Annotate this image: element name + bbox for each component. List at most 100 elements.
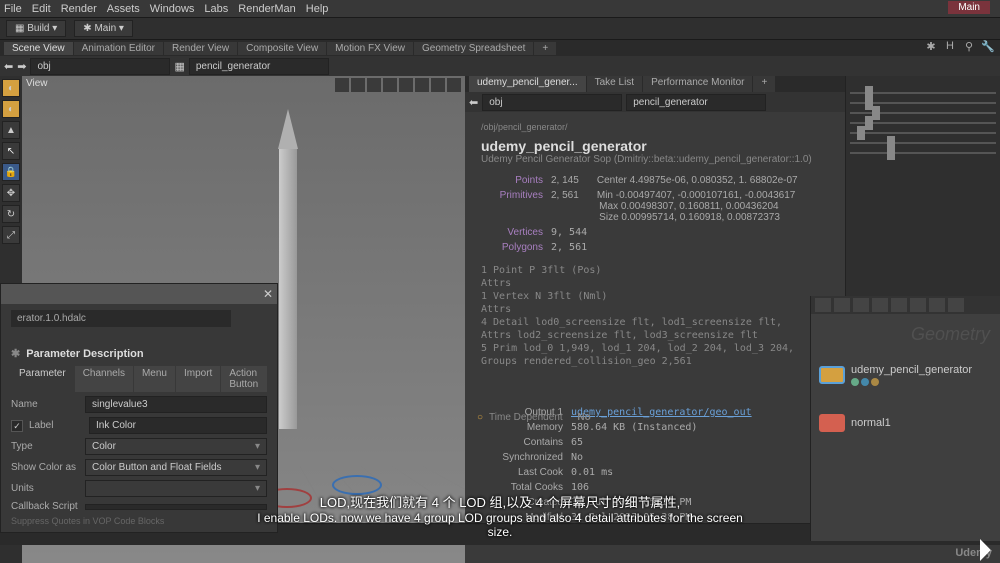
slider-2[interactable] [850, 102, 996, 104]
menu-render[interactable]: Render [61, 3, 97, 15]
nettool-1[interactable] [815, 298, 831, 312]
sync-icon[interactable]: ✱ [923, 40, 939, 56]
node-icon-normal [819, 414, 845, 432]
label-checkbox[interactable] [11, 420, 23, 432]
vopt-3[interactable] [367, 78, 381, 92]
pane-control-icons: ✱ H ⚲ 🔧 [923, 40, 996, 56]
menu-windows[interactable]: Windows [150, 3, 195, 15]
suppress-label: Suppress Quotes in VOP Code Blocks [11, 516, 267, 526]
viewport-option-icons [335, 78, 461, 92]
network-view[interactable]: Geometry udemy_pencil_generator normal1 [811, 314, 1000, 541]
tab-perfmon[interactable]: Performance Monitor [643, 76, 752, 92]
node-icon-generator [819, 366, 845, 384]
wrench-icon[interactable]: 🔧 [980, 40, 996, 56]
path-node-icon[interactable]: ▦ [174, 60, 184, 73]
nettool-6[interactable] [910, 298, 926, 312]
rotate-tool-icon[interactable]: ↻ [2, 205, 20, 223]
nav-back-icon[interactable]: ⬅ [4, 60, 13, 73]
path-obj[interactable]: obj [30, 58, 170, 75]
main-menubar: File Edit Render Assets Windows Labs Ren… [0, 0, 1000, 18]
vopt-7[interactable] [431, 78, 445, 92]
nettool-4[interactable] [872, 298, 888, 312]
channel-sliders [845, 76, 1000, 296]
vopt-2[interactable] [351, 78, 365, 92]
close-icon[interactable]: ✕ [263, 287, 273, 301]
tab-take-list[interactable]: Take List [587, 76, 642, 92]
nettool-8[interactable] [948, 298, 964, 312]
camera-tool-icon[interactable]: ◐ [2, 100, 20, 118]
pin-icon[interactable]: ⚲ [961, 40, 977, 56]
tab-render-view[interactable]: Render View [164, 42, 237, 55]
ptab-menu[interactable]: Menu [134, 366, 175, 392]
arrow-tool-icon[interactable]: ↖ [2, 142, 20, 160]
tab-add-right[interactable]: + [753, 76, 775, 92]
lock-tool-icon[interactable]: 🔒 [2, 163, 20, 181]
tab-anim-editor[interactable]: Animation Editor [74, 42, 163, 55]
tab-composite[interactable]: Composite View [238, 42, 326, 55]
slider-3[interactable] [850, 112, 996, 114]
desktop-title: Main [948, 1, 990, 14]
menu-renderman[interactable]: RenderMan [238, 3, 295, 15]
nettool-7[interactable] [929, 298, 945, 312]
node-udemy-pencil-generator[interactable]: udemy_pencil_generator [819, 364, 972, 386]
move-tool-icon[interactable]: ✥ [2, 184, 20, 202]
nettool-2[interactable] [834, 298, 850, 312]
ptab-parameter[interactable]: Parameter [11, 366, 74, 392]
path-node-2[interactable]: pencil_generator [626, 94, 766, 111]
build-dropdown[interactable]: ▦ Build ▾ [6, 20, 66, 37]
tab-geo-spreadsheet[interactable]: Geometry Spreadsheet [414, 42, 533, 55]
shelf-bar: ▦ Build ▾ ✱ Main ▾ [0, 18, 1000, 40]
path-obj-2[interactable]: obj [482, 94, 622, 111]
lbl-polys: Polygons [481, 242, 551, 253]
hda-path-field[interactable]: erator.1.0.hdalc [11, 310, 231, 327]
type-dropdown[interactable]: Color [85, 438, 267, 455]
pane-tabs-left: Scene View Animation Editor Render View … [0, 40, 1000, 56]
label-field[interactable]: Ink Color [89, 417, 267, 434]
ptab-channels[interactable]: Channels [75, 366, 133, 392]
slider-5[interactable] [850, 132, 996, 134]
param-tabs: Parameter Channels Menu Import Action Bu… [11, 366, 267, 392]
menu-file[interactable]: File [4, 3, 22, 15]
vopt-6[interactable] [415, 78, 429, 92]
vopt-8[interactable] [447, 78, 461, 92]
tab-add[interactable]: + [534, 42, 556, 55]
vopt-1[interactable] [335, 78, 349, 92]
scale-tool-icon[interactable]: ⤢ [2, 226, 20, 244]
menu-labs[interactable]: Labs [204, 3, 228, 15]
maximize-icon[interactable]: H [942, 40, 958, 56]
vopt-4[interactable] [383, 78, 397, 92]
slider-1[interactable] [850, 92, 996, 94]
pencil-geometry [279, 149, 297, 429]
showcolor-dropdown[interactable]: Color Button and Float Fields [85, 459, 267, 476]
nettool-3[interactable] [853, 298, 869, 312]
name-field[interactable]: singlevalue3 [85, 396, 267, 413]
path-node[interactable]: pencil_generator [189, 58, 329, 75]
callback-field[interactable] [85, 504, 267, 510]
lbl-prims: Primitives [481, 190, 551, 223]
viewport-label: View [26, 78, 48, 89]
nav-fwd-icon[interactable]: ➡ [17, 60, 26, 73]
tab-motionfx[interactable]: Motion FX View [327, 42, 413, 55]
ptab-import[interactable]: Import [176, 366, 220, 392]
network-toolbar [811, 296, 1000, 314]
menu-help[interactable]: Help [306, 3, 329, 15]
main-dropdown[interactable]: ✱ Main ▾ [74, 20, 133, 37]
tab-scene-view[interactable]: Scene View [4, 42, 73, 55]
lbl-points: Points [481, 175, 551, 186]
units-dropdown[interactable] [85, 480, 267, 497]
menu-edit[interactable]: Edit [32, 3, 51, 15]
lbl-verts: Vertices [481, 227, 551, 238]
node-normal1[interactable]: normal1 [819, 414, 891, 432]
menu-assets[interactable]: Assets [107, 3, 140, 15]
time-dependent-row: Time Dependent No [477, 412, 591, 423]
nav-back2-icon[interactable]: ⬅ [469, 96, 478, 109]
tab-node-info[interactable]: udemy_pencil_gener... [469, 76, 586, 92]
select-tool-icon[interactable]: ▲ [2, 121, 20, 139]
ptab-action[interactable]: Action Button [221, 366, 267, 392]
vopt-5[interactable] [399, 78, 413, 92]
slider-6[interactable] [850, 142, 996, 144]
nettool-5[interactable] [891, 298, 907, 312]
slider-7[interactable] [850, 152, 996, 154]
slider-4[interactable] [850, 122, 996, 124]
light-tool-icon[interactable]: ◐ [2, 79, 20, 97]
